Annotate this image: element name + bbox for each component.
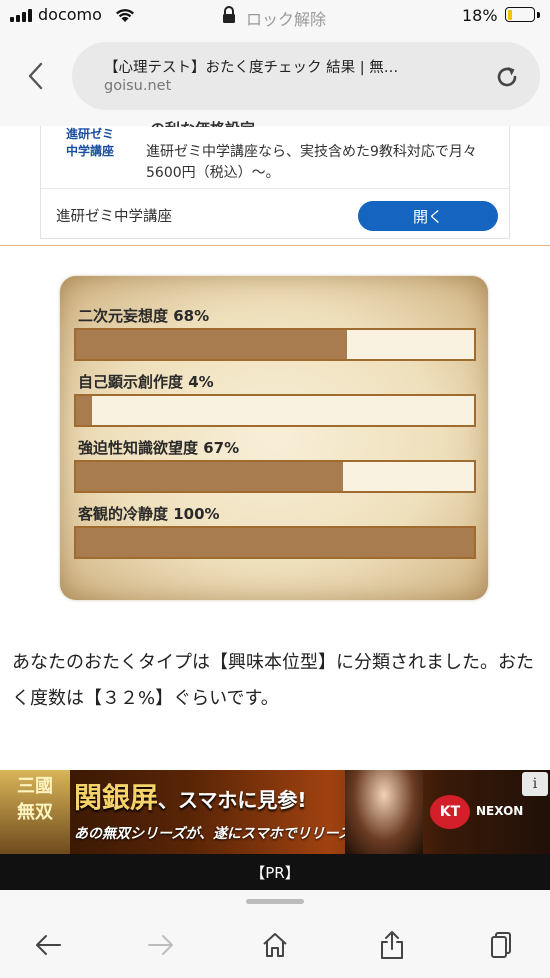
toolbar-home-button[interactable]	[255, 925, 295, 965]
home-icon	[263, 933, 287, 957]
banner-title-suffix: 、スマホに見参!	[158, 788, 307, 812]
battery-level-fill	[507, 9, 512, 20]
stat-label: 強迫性知識欲望度 67%	[78, 439, 240, 457]
banner-title[interactable]: 関銀屏、スマホに見参!	[74, 776, 307, 816]
toolbar-back-button[interactable]	[28, 925, 68, 965]
reload-button[interactable]	[490, 60, 524, 94]
stat-label: 客観的冷静度 100%	[78, 505, 220, 523]
stat-bar-fill	[76, 462, 343, 491]
ad-description: 進研ゼミ中学講座なら、実技含めた9教科対応で月々5600円（税込）〜。	[146, 144, 477, 181]
battery-tip	[537, 12, 540, 18]
tabs-icon	[491, 932, 511, 958]
page-domain[interactable]: goisu.net	[104, 78, 171, 94]
lock-icon	[222, 6, 236, 28]
stat-bar-fill	[76, 396, 92, 425]
page-title[interactable]: 【心理テスト】おたく度チェック 結果 | 無…	[104, 56, 464, 77]
browser-back-button[interactable]	[20, 58, 50, 94]
back-arrow-icon	[36, 935, 61, 955]
battery-percentage: 18%	[462, 6, 498, 25]
ad-logo: 進研ゼミ 中学講座	[66, 127, 115, 158]
battery-icon	[505, 7, 535, 22]
back-chevron-icon	[28, 62, 43, 90]
nexon-logo: NEXON	[476, 804, 524, 818]
forward-arrow-icon	[148, 935, 173, 955]
ad-info-icon[interactable]: i	[522, 772, 548, 796]
banner-character-image	[345, 770, 423, 854]
pr-label: 【PR】	[0, 854, 550, 890]
result-text: あなたのおたくタイプは【興味本位型】に分類されました。おたく度数は【３２%】ぐら…	[12, 652, 534, 709]
stat-bar	[74, 394, 476, 427]
banner-subtitle: あの無双シリーズが、遂にスマホでリリース!	[74, 826, 359, 842]
ad-advertiser-name: 進研ゼミ中学講座	[56, 209, 172, 225]
kt-logo: KT	[430, 795, 470, 829]
signal-strength-icon	[10, 9, 32, 22]
toolbar-forward-button[interactable]	[141, 925, 181, 965]
lock-status-label: ロック解除	[246, 10, 327, 29]
section-divider	[0, 245, 550, 246]
stat-bar-fill	[76, 528, 474, 557]
ad-divider	[41, 188, 509, 189]
reload-icon	[497, 67, 517, 87]
stat-bar	[74, 460, 476, 493]
toolbar-share-button[interactable]	[372, 925, 412, 965]
wifi-icon	[114, 6, 136, 27]
stat-label: 自己顕示創作度 4%	[78, 373, 214, 391]
stat-bar	[74, 526, 476, 559]
ad-open-button[interactable]: 開く	[358, 201, 498, 231]
share-icon	[381, 931, 403, 959]
stat-bar	[74, 328, 476, 361]
toolbar-tabs-button[interactable]	[482, 925, 522, 965]
stat-label: 二次元妄想度 68%	[78, 307, 210, 325]
banner-game-logo: 三國 無双	[0, 770, 70, 854]
stat-bar-fill	[76, 330, 347, 359]
ad-headline: の利な価格設定	[150, 118, 255, 127]
banner-title-name: 関銀屏	[74, 781, 159, 814]
carrier-name: docomo	[38, 5, 102, 24]
toolbar-grabber[interactable]	[246, 899, 304, 904]
